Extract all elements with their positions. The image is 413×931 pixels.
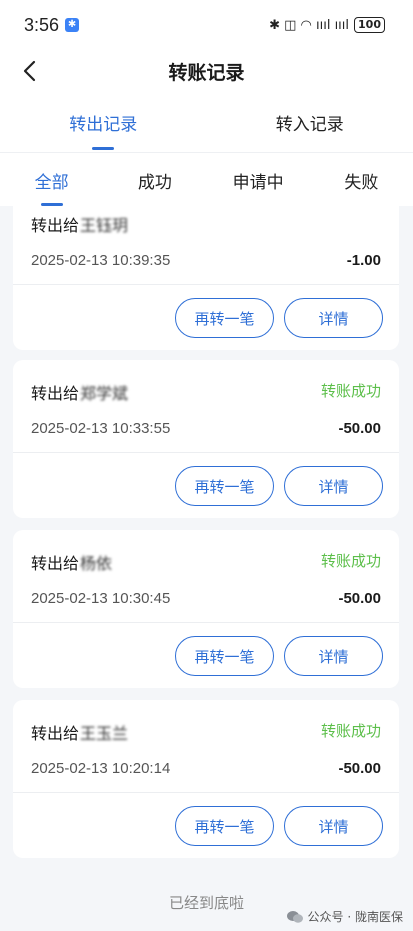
record-recipient: 转出给 王玉兰 [31, 720, 128, 744]
filter-tab-failed[interactable]: 失败 [310, 153, 413, 206]
record-status: 转账成功 [320, 722, 381, 740]
record-time: 2025-02-13 10:33:55 [31, 420, 171, 437]
record-time: 2025-02-13 10:39:35 [31, 252, 171, 269]
record-card: 转出给 王玉兰 转账成功 2025-02-13 10:20:14 -50.00 再… [13, 700, 399, 858]
back-button[interactable] [14, 54, 44, 88]
filter-tabs: 全部 成功 申请中 失败 [0, 152, 413, 206]
record-recipient: 转出给 郑学斌 [31, 380, 128, 404]
wechat-icon [286, 910, 303, 923]
recipient-prefix: 转出给 [31, 724, 80, 743]
detail-button[interactable]: 详情 [284, 806, 383, 846]
filter-tab-success[interactable]: 成功 [103, 153, 206, 206]
recipient-name-obscured: 王钰玥 [80, 216, 129, 235]
battery-icon: 100 [354, 17, 385, 33]
tab-active-indicator [92, 147, 115, 150]
recipient-prefix: 转出给 [31, 216, 80, 235]
detail-button[interactable]: 详情 [284, 636, 383, 676]
recipient-name-obscured: 王玉兰 [80, 724, 129, 743]
record-status: 转账成功 [320, 552, 381, 570]
watermark: 公众号 · 陇南医保 [286, 908, 403, 925]
transfer-again-button[interactable]: 再转一笔 [175, 298, 274, 338]
watermark-text: 公众号 · 陇南医保 [307, 910, 403, 924]
status-left: 3:56 ✱ [24, 14, 80, 36]
tab-outgoing[interactable]: 转出记录 [0, 92, 207, 152]
record-amount: -50.00 [338, 590, 381, 607]
transfer-again-button[interactable]: 再转一笔 [175, 466, 274, 506]
record-time: 2025-02-13 10:20:14 [31, 760, 171, 777]
record-recipient: 转出给 王钰玥 [31, 212, 128, 236]
status-icons: ✱ ◫ ◠ ıııl ıııl 100 [269, 17, 385, 33]
record-card: 转出给 王钰玥 2025-02-13 10:39:35 -1.00 再转一笔 详情 [13, 206, 399, 350]
notification-icon: ✱ [65, 18, 80, 32]
record-recipient: 转出给 杨依 [31, 550, 112, 574]
record-status: 转账成功 [320, 382, 381, 400]
filter-tab-label: 申请中 [232, 173, 284, 193]
filter-tab-pending[interactable]: 申请中 [207, 153, 310, 206]
page-title: 转账记录 [168, 61, 245, 84]
detail-button[interactable]: 详情 [284, 466, 383, 506]
tab-incoming[interactable]: 转入记录 [207, 92, 413, 152]
chevron-left-icon [23, 60, 36, 82]
record-card: 转出给 杨依 转账成功 2025-02-13 10:30:45 -50.00 再转… [13, 530, 399, 688]
record-list[interactable]: 转出给 王钰玥 2025-02-13 10:39:35 -1.00 再转一笔 详情… [0, 206, 413, 931]
record-actions: 再转一笔 详情 [175, 636, 383, 676]
record-info: 转出给 杨依 转账成功 2025-02-13 10:30:45 -50.00 [13, 530, 399, 623]
recipient-name-obscured: 郑学斌 [80, 384, 129, 403]
tab-incoming-label: 转入记录 [275, 115, 344, 135]
record-actions: 再转一笔 详情 [175, 298, 383, 338]
record-info: 转出给 王玉兰 转账成功 2025-02-13 10:20:14 -50.00 [13, 700, 399, 793]
recipient-prefix: 转出给 [31, 384, 80, 403]
record-amount: -50.00 [338, 760, 381, 777]
filter-tab-label: 失败 [344, 173, 379, 193]
signal-icons: ✱ ◫ ◠ ıııl ıııl [269, 17, 350, 33]
filter-tab-label: 全部 [34, 173, 69, 193]
record-info: 转出给 王钰玥 2025-02-13 10:39:35 -1.00 [13, 206, 399, 285]
record-info: 转出给 郑学斌 转账成功 2025-02-13 10:33:55 -50.00 [13, 360, 399, 453]
recipient-prefix: 转出给 [31, 554, 80, 573]
recipient-name-obscured: 杨依 [80, 554, 113, 573]
detail-button[interactable]: 详情 [284, 298, 383, 338]
transfer-again-button[interactable]: 再转一笔 [175, 636, 274, 676]
filter-tab-label: 成功 [137, 173, 172, 193]
transfer-again-button[interactable]: 再转一笔 [175, 806, 274, 846]
tab-outgoing-label: 转出记录 [69, 115, 138, 135]
nav-bar: 转账记录 [0, 50, 413, 92]
record-amount: -1.00 [346, 252, 381, 269]
status-bar: 3:56 ✱ ✱ ◫ ◠ ıııl ıııl 100 [0, 0, 413, 50]
filter-tab-all[interactable]: 全部 [0, 153, 103, 206]
record-actions: 再转一笔 详情 [175, 806, 383, 846]
record-card: 转出给 郑学斌 转账成功 2025-02-13 10:33:55 -50.00 再… [13, 360, 399, 518]
main-tabs: 转出记录 转入记录 [0, 92, 413, 152]
record-amount: -50.00 [338, 420, 381, 437]
status-time: 3:56 [24, 14, 60, 35]
record-time: 2025-02-13 10:30:45 [31, 590, 171, 607]
record-actions: 再转一笔 详情 [175, 466, 383, 506]
